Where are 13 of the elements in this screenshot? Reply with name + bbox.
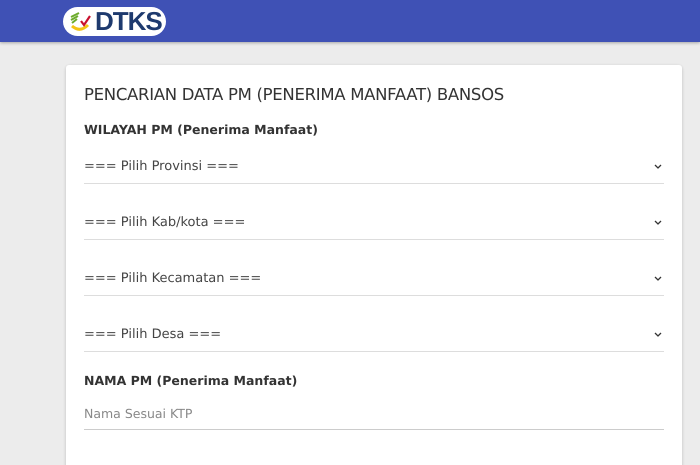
dropdown-field[interactable]: === Pilih Kab/kota === xyxy=(84,205,664,240)
chevron-down-icon xyxy=(654,276,662,280)
chevron-down-icon xyxy=(654,164,662,168)
dropdown-field[interactable]: === Pilih Provinsi === xyxy=(84,149,664,184)
logo[interactable]: DTKS xyxy=(63,6,166,36)
dropdown-field[interactable]: === Pilih Desa === xyxy=(84,317,664,352)
section-label: WILAYAH PM (Penerima Manfaat) xyxy=(84,122,319,137)
dropdown-field[interactable]: === Pilih Kecamatan === xyxy=(84,261,664,296)
logo-text: DTKS xyxy=(95,8,162,34)
form-title: PENCARIAN DATA PM (PENERIMA MANFAAT) BANSOS xyxy=(84,85,505,104)
chevron-down-icon xyxy=(654,332,662,336)
section-label: NAMA PM (Penerima Manfaat) xyxy=(84,373,298,388)
chevron-down-icon xyxy=(654,220,662,224)
